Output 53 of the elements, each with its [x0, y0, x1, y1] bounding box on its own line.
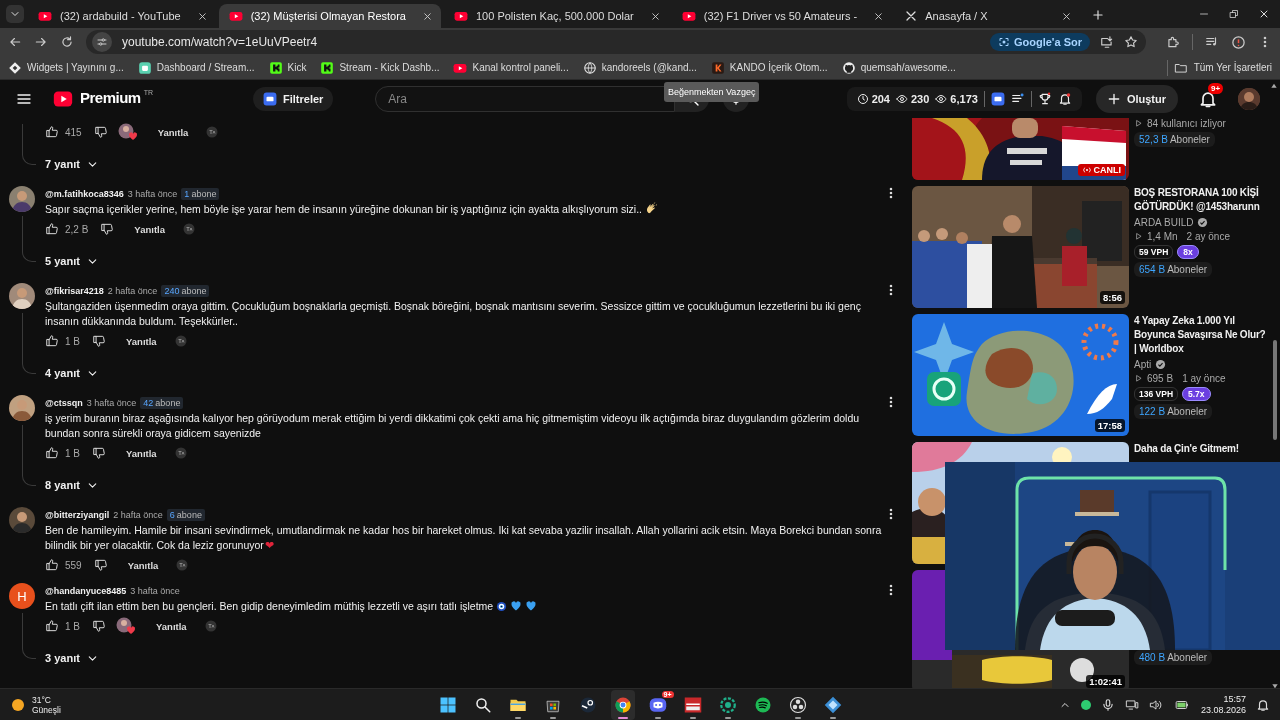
tab-title: (32) Müşterisi Olmayan Restora [250, 10, 406, 22]
view-count: 84 kullanıcı izliyor [1147, 118, 1226, 129]
subscriber-count: 1 [184, 189, 190, 199]
tab-title: (32) F1 Driver vs 50 Amateurs - [703, 10, 858, 22]
upload-age: 1 ay önce [1182, 373, 1226, 384]
tab-title: (32) ardabuild - YouTube [60, 10, 181, 22]
notification-count: 9+ [1208, 83, 1224, 94]
like-count: 1 B [65, 620, 80, 632]
tab-title: Anasayfa / X [925, 10, 989, 22]
subscriber-label: abone [155, 398, 181, 408]
view-count: 695 B [1147, 373, 1174, 384]
comment-text: iş yerim buranın biraz aşağısında kalıyor hep görüyodum merak ettiğim bi yerdi dikkatimi çok çekti ama hiç gitmemiştim videoyu ilk açtığımda biraz duygulandım gözlerim doldu bundan sonra sürekli oraya gidicem sayenizde [45, 412, 860, 439]
temperature: 31°C [32, 694, 52, 705]
view-count: 1,4 Mn [1147, 231, 1178, 242]
subscriber-count: 6 [169, 510, 175, 520]
duration-badge: 1:02:41 [1086, 675, 1125, 688]
vph-chip: 136 VPH [1134, 387, 1179, 401]
subscriber-label: abone [176, 510, 202, 520]
subscriber-count: 122 B [1139, 406, 1166, 417]
multiplier-chip: 5.7x [1182, 387, 1211, 401]
like-count: 1 B [65, 335, 80, 347]
like-count: 1 B [65, 447, 80, 459]
subscriber-label: Aboneler [1167, 264, 1208, 275]
url-text: youtube.com/watch?v=1eUuVPeetr4 [122, 35, 319, 49]
upload-age: 2 ay önce [1186, 231, 1230, 242]
stat-value: 6,173 [950, 93, 978, 105]
subscriber-label: abone [191, 189, 217, 199]
subscriber-count: 480 B [1139, 652, 1166, 663]
subscriber-label: Aboneler [1167, 406, 1208, 417]
subscriber-count: 654 B [1139, 264, 1166, 275]
subscriber-count: 240 [164, 286, 180, 296]
comment-text: Ben de hamileyim. Hamile bir insani sevindirmek, umutlandirmak ne kadar hos bir hareket olmus. Iki kat sevaba yazilir insallah. Allah yollarini acik etsin. Maya Borekci bundan sonra bilindik bir yer olacaktir. Cok da leziz gorunuyor❤ [45, 524, 882, 551]
tab-title: 100 Polisten Kaç, 500.000 Dolar [475, 10, 634, 22]
weather-label: Güneşli [32, 704, 61, 715]
like-count: 2,2 B [65, 223, 89, 235]
duration-badge: 8:56 [1100, 291, 1125, 304]
comment-text: Sapır saçma içerikler yerine, hem böyle işe yarar hem de insanın yüreğine dokunan bir iş yaptığınız için ayakta alkışlıyorum sizi.. [45, 203, 643, 215]
comment-text: Şultangaziden üşenmedim oraya gittim. Çocukluğum boşnaklarla geçmişti. Boşnak böreğini, boşnak mantısını severim. Sessizce gittim ve çocukluğumun lezzetlerini bu iki genç insanın dükkanında buldum. Teşekkürler.. [45, 300, 861, 327]
subscriber-count: 52,3 B [1139, 134, 1168, 145]
like-count: 415 [65, 126, 82, 138]
stat-value: 204 [871, 93, 890, 105]
subscriber-label: abone [181, 286, 207, 296]
multiplier-chip: 8x [1177, 245, 1199, 259]
like-count: 559 [65, 559, 82, 571]
duration-badge: 17:58 [1094, 419, 1125, 432]
vph-chip: 59 VPH [1134, 245, 1174, 259]
subscriber-label: Aboneler [1167, 652, 1208, 663]
subscriber-count: 42 [143, 398, 154, 408]
subscriber-label: Aboneler [1169, 134, 1210, 145]
comment-text: En tatlı çift ilan ettim ben bu gençleri. Ben gidip deneyimledim müthiş lezzetli ve aşırı tatlı işletme [45, 600, 494, 612]
stat-value: 230 [911, 93, 930, 105]
live-label: CANLI [1093, 165, 1121, 175]
tooltip: Beğenmekten Vazgeç [664, 82, 760, 102]
